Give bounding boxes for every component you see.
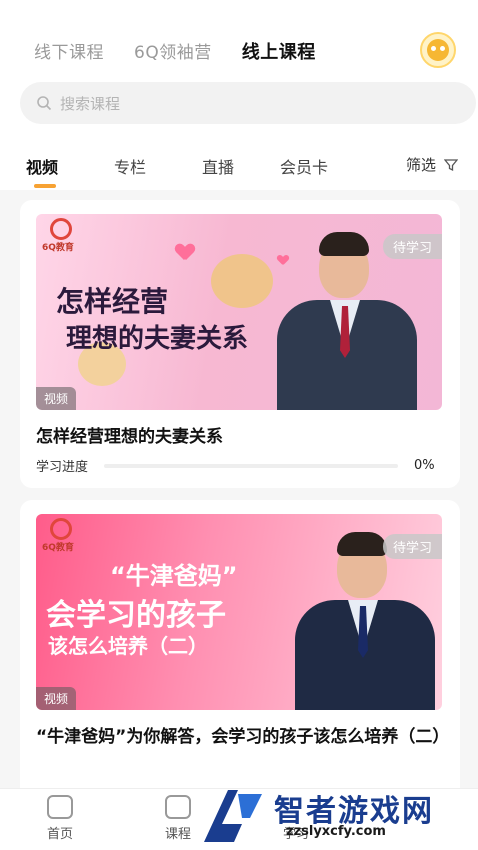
course-thumbnail: 6Q教育 “牛津爸妈” 会学习的孩子 该怎么培养（二） 待学习 视频 (36, 514, 442, 710)
headline-line-1: 怎样经营 (56, 285, 169, 318)
search-placeholder: 搜索课程 (60, 94, 121, 113)
type-tag: 视频 (36, 387, 77, 410)
progress-row: 学习进度 0% (36, 456, 442, 475)
nav-home[interactable]: 首页 (30, 795, 90, 842)
headline-line-2: 理想的夫妻关系 (66, 324, 249, 354)
headline-line-1: “牛津爸妈” (110, 562, 238, 590)
nav-home-label: 首页 (46, 827, 73, 842)
home-icon (47, 795, 73, 819)
nav-courses-label: 课程 (164, 827, 191, 842)
mascot-icon (427, 39, 449, 61)
type-tag: 视频 (36, 687, 77, 710)
logo: 6Q教育 (42, 518, 82, 554)
course-title[interactable]: “牛津爸妈”为你解答，会学习的孩子该怎么培养（二） (36, 722, 449, 752)
filter-label: 筛选 (405, 156, 436, 174)
content-tabs: 视频 专栏 直播 会员卡 筛选 (0, 150, 478, 190)
progress-value: 0% (414, 458, 435, 473)
watermark-url: zzslyxcfy.com (286, 824, 386, 839)
status-badge: 待学习 (382, 234, 442, 259)
progress-bar (104, 463, 399, 468)
headline-line-3: 该怎么培养（二） (48, 634, 208, 658)
watermark-logo (204, 790, 262, 842)
search-icon (37, 96, 52, 111)
course-card[interactable]: 6Q教育 怎样经营 理想的夫妻关系 待学习 视频 怎样经营理想的夫妻关系 学习进… (20, 200, 460, 488)
segment-online[interactable]: 线上课程 (242, 38, 316, 64)
active-tab-indicator (34, 184, 56, 188)
top-header: 线下课程 6Q领袖营 线上课程 搜索课程 视频 专栏 直播 会员卡 筛选 (0, 0, 478, 190)
search-input[interactable]: 搜索课程 (20, 82, 476, 124)
segment-offline[interactable]: 线下课程 (34, 38, 104, 63)
course-card[interactable]: 6Q教育 “牛津爸妈” 会学习的孩子 该怎么培养（二） 待学习 视频 “牛津爸妈… (20, 500, 460, 800)
tab-column[interactable]: 专栏 (114, 154, 146, 178)
status-badge: 待学习 (382, 534, 442, 559)
segment-6q-camp[interactable]: 6Q领袖营 (134, 38, 212, 63)
progress-label: 学习进度 (36, 460, 89, 475)
tab-video[interactable]: 视频 (26, 154, 58, 178)
course-title[interactable]: 怎样经营理想的夫妻关系 (36, 422, 446, 452)
logo: 6Q教育 (42, 218, 82, 254)
app-screen: 线下课程 6Q领袖营 线上课程 搜索课程 视频 专栏 直播 会员卡 筛选 6Q教… (0, 0, 478, 850)
filter-button[interactable]: 筛选 (406, 154, 458, 175)
course-source-switch: 线下课程 6Q领袖营 线上课程 (34, 38, 316, 64)
watermark: 智者游戏网 zzslyxcfy.com (198, 782, 478, 850)
course-thumbnail: 6Q教育 怎样经营 理想的夫妻关系 待学习 视频 (36, 214, 442, 410)
funnel-icon (444, 158, 458, 171)
headline-line-2: 会学习的孩子 (46, 598, 226, 633)
avatar[interactable] (420, 32, 456, 68)
tab-membership[interactable]: 会员卡 (280, 154, 328, 178)
play-icon (165, 795, 191, 819)
tab-live[interactable]: 直播 (202, 154, 234, 178)
